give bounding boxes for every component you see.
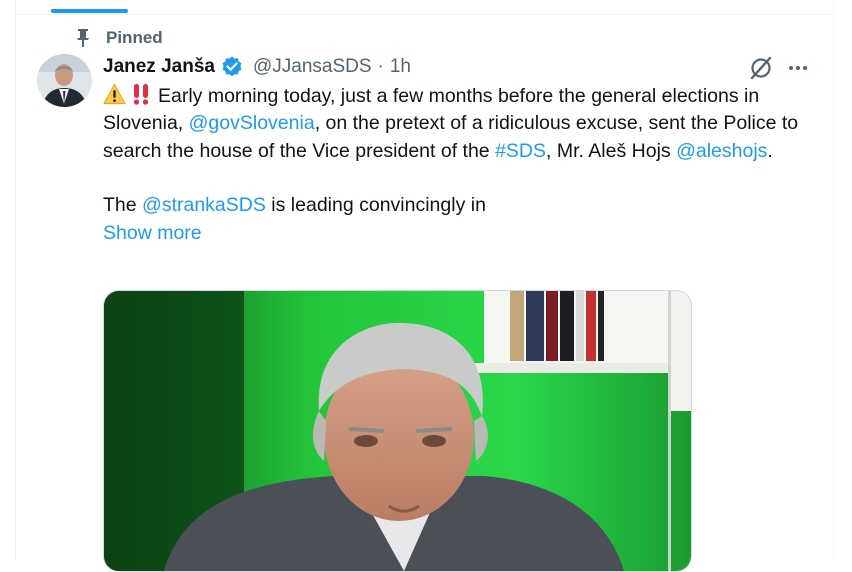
tweet-paragraph-1: Early morning today, just a few months b… (103, 83, 813, 165)
warning-emoji-icon (103, 83, 126, 105)
pinned-label: Pinned (106, 28, 163, 47)
active-tab-indicator (51, 9, 128, 13)
tweet-header: Janez Janša @JJansaSDS · 1h (103, 54, 411, 80)
more-horizontal-icon[interactable] (786, 56, 810, 80)
tweet-paragraph-2: The @strankaSDS is leading convincingly … (103, 192, 813, 219)
text-segment-3: , Mr. Aleš Hojs (546, 139, 677, 162)
profile-tabbar (16, 0, 832, 15)
pinned-label-row: Pinned (72, 27, 163, 49)
media-photo (104, 291, 691, 571)
author-handle[interactable]: @JJansaSDS (253, 56, 372, 78)
text-segment-4: . (767, 139, 773, 162)
tweet-media-image[interactable] (103, 290, 692, 572)
mention-aleshojs[interactable]: @aleshojs (676, 140, 767, 162)
show-more-link[interactable]: Show more (103, 220, 202, 247)
hashtag-sds[interactable]: #SDS (495, 140, 546, 162)
tweet-timestamp[interactable]: 1h (390, 56, 411, 78)
tweet-text: Early morning today, just a few months b… (103, 83, 813, 247)
header-separator: · (377, 56, 384, 77)
avatar-image (37, 54, 92, 107)
author-name[interactable]: Janez Janša (103, 56, 215, 78)
author-avatar[interactable] (37, 54, 92, 107)
pin-icon (77, 29, 89, 47)
mention-govslovenia[interactable]: @govSlovenia (189, 112, 315, 134)
text-segment-5: The (103, 194, 143, 217)
double-exclamation-emoji-icon (133, 84, 149, 105)
mention-strankasds[interactable]: @strankaSDS (142, 194, 266, 216)
grok-icon[interactable] (747, 54, 775, 82)
verified-badge-icon[interactable] (220, 55, 244, 79)
text-segment-6: is leading convincingly in (265, 194, 486, 217)
